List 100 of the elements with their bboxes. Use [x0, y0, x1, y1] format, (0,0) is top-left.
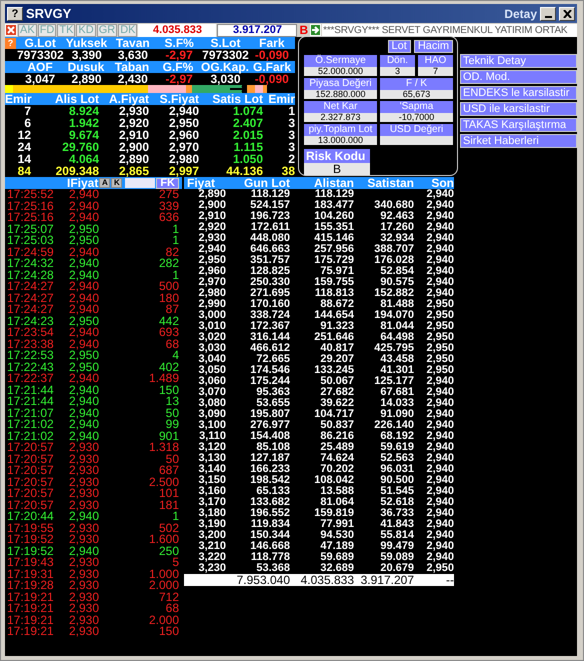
table-cell-text: 65.133 [255, 486, 290, 497]
table-cell-text: 1.074 [232, 105, 263, 117]
menu-button[interactable]: Sirket Haberleri [460, 134, 577, 148]
sort-button[interactable]: A [99, 178, 110, 188]
table-cell-text: 3,040 [197, 354, 226, 365]
table-cell-text: 50.837 [319, 420, 354, 431]
table-cell-text: 32.689 [319, 563, 354, 574]
trade-time: 17:24:32 [7, 258, 55, 270]
table-cell-text: 94.530 [319, 530, 354, 541]
table-cell-text: 127.187 [249, 453, 290, 464]
trade-price: 2,940 [69, 304, 100, 316]
stat-label: Yuksek [64, 37, 108, 49]
table-cell-text: 2,940 [425, 442, 454, 453]
filter-button[interactable]: FK [156, 178, 179, 188]
table-cell-text: 90.500 [379, 475, 414, 486]
table-cell-text: 351.757 [249, 255, 290, 266]
table-cell-text: 119.834 [250, 519, 290, 530]
field-value: 2.327.873 [304, 113, 377, 122]
stat-label: S.F% [163, 37, 195, 49]
trade-lot: 180 [158, 292, 179, 304]
table-cell-text: 125.177 [373, 376, 414, 387]
table-cell-text: 3,220 [197, 552, 226, 563]
table-cell-text: 2,940 [425, 398, 454, 409]
table-cell-text: 3,210 [197, 541, 226, 552]
table-cell-text: 55.814 [379, 530, 414, 541]
table-cell-text: 75.971 [319, 266, 354, 277]
field-label: HAO [418, 55, 453, 67]
stat-value: 2,430 [116, 73, 149, 85]
trade-lot: 150 [158, 626, 179, 638]
stat-value: -0,090 [254, 73, 290, 85]
trade-price: 2,940 [69, 408, 100, 419]
trade-price: 2,940 [69, 258, 100, 270]
menu-button[interactable]: OD. Mod. [460, 70, 577, 84]
table-cell-text: 1.050 [232, 153, 263, 165]
table-cell-text: 20.679 [379, 563, 414, 574]
trade-time: 17:19:31 [7, 568, 55, 580]
menu-button[interactable]: Teknik Detay [460, 54, 577, 68]
trade-time: 17:19:43 [7, 557, 55, 568]
table-cell-text: 128.825 [249, 266, 290, 277]
trade-time: 17:19:52 [7, 534, 55, 546]
table-cell-text: 2.015 [232, 129, 263, 141]
trade-price: 2,940 [69, 511, 100, 522]
table-cell-text: 2,940 [425, 464, 454, 475]
trade-price: 2,940 [69, 292, 100, 304]
help-button[interactable]: ? [7, 6, 23, 20]
table-cell-text: 175.729 [313, 255, 354, 266]
close-button[interactable] [559, 6, 575, 20]
table-cell-text: 2 [287, 153, 295, 165]
toggle-button[interactable]: Hacim [414, 40, 453, 53]
table-cell-text: 2,950 [425, 354, 454, 365]
trade-time: 17:19:21 [7, 592, 55, 603]
filter-field[interactable] [125, 178, 156, 188]
trade-price: 2,950 [69, 362, 100, 373]
table-cell-text: 2,950 [425, 299, 454, 310]
toggle-button[interactable]: Lot [388, 40, 411, 53]
menu-button[interactable]: USD ile karsilastir [460, 102, 577, 116]
table-cell-text: 3,010 [197, 321, 226, 332]
trade-lot: 1 [171, 224, 179, 235]
field-value: 7 [418, 67, 453, 76]
stat-value: 3,390 [70, 49, 103, 61]
trade-lot: 693 [158, 327, 179, 338]
ticker-text: ***SRVGY*** SERVET GAYRIMENKUL YATIRIM ORTAK [322, 24, 577, 36]
help-icon[interactable]: ? [5, 38, 16, 48]
table-cell-text: 3,170 [197, 497, 226, 508]
table-cell-text: 646.663 [249, 244, 290, 255]
trade-lot: 68 [164, 338, 179, 350]
trade-price: 2,940 [69, 189, 100, 200]
trade-lot: 50 [164, 454, 179, 465]
trade-time: 17:21:07 [7, 408, 55, 419]
column-header: S.Fiyat [158, 93, 199, 105]
table-cell-text: 59.619 [379, 442, 414, 453]
table-cell-text: 2,940 [425, 431, 454, 442]
trade-lot: 402 [158, 362, 179, 373]
trade-time: 17:22:37 [7, 373, 55, 384]
trade-price: 2,940 [69, 373, 100, 384]
go-button[interactable] [310, 24, 322, 36]
table-cell-text: 64.498 [379, 332, 414, 343]
table-cell-text: 6 [23, 117, 31, 129]
trade-lot: 502 [158, 522, 179, 534]
trade-price: 2,940 [69, 338, 100, 350]
total-cell-text: 7.953.040 [236, 574, 290, 586]
minimize-button[interactable] [540, 6, 556, 20]
table-cell-text: 92.463 [379, 211, 414, 222]
table-cell-text: 95.363 [255, 387, 290, 398]
stat-value: 7973302 [17, 49, 64, 61]
trade-time: 17:20:57 [7, 442, 55, 454]
table-cell-text: 52.563 [379, 453, 414, 464]
trade-price: 2,940 [69, 419, 100, 430]
column-header: Alistan [312, 177, 354, 189]
menu-button[interactable]: ENDEKS le karsilastir [460, 86, 577, 100]
table-cell-text: 25.489 [319, 442, 354, 453]
table-cell-text: 144.654 [313, 310, 354, 321]
trade-time: 17:19:21 [7, 626, 55, 638]
trade-lot: 2.000 [148, 580, 179, 592]
stat-value: -2,97 [164, 73, 194, 85]
trade-time: 17:21:44 [7, 384, 55, 396]
menu-button[interactable]: TAKAS Karşılaştırma [460, 118, 577, 132]
table-cell-text: 118.129 [250, 189, 290, 200]
sort-button[interactable]: K [111, 178, 122, 188]
stat-label: Tavan [114, 37, 151, 49]
